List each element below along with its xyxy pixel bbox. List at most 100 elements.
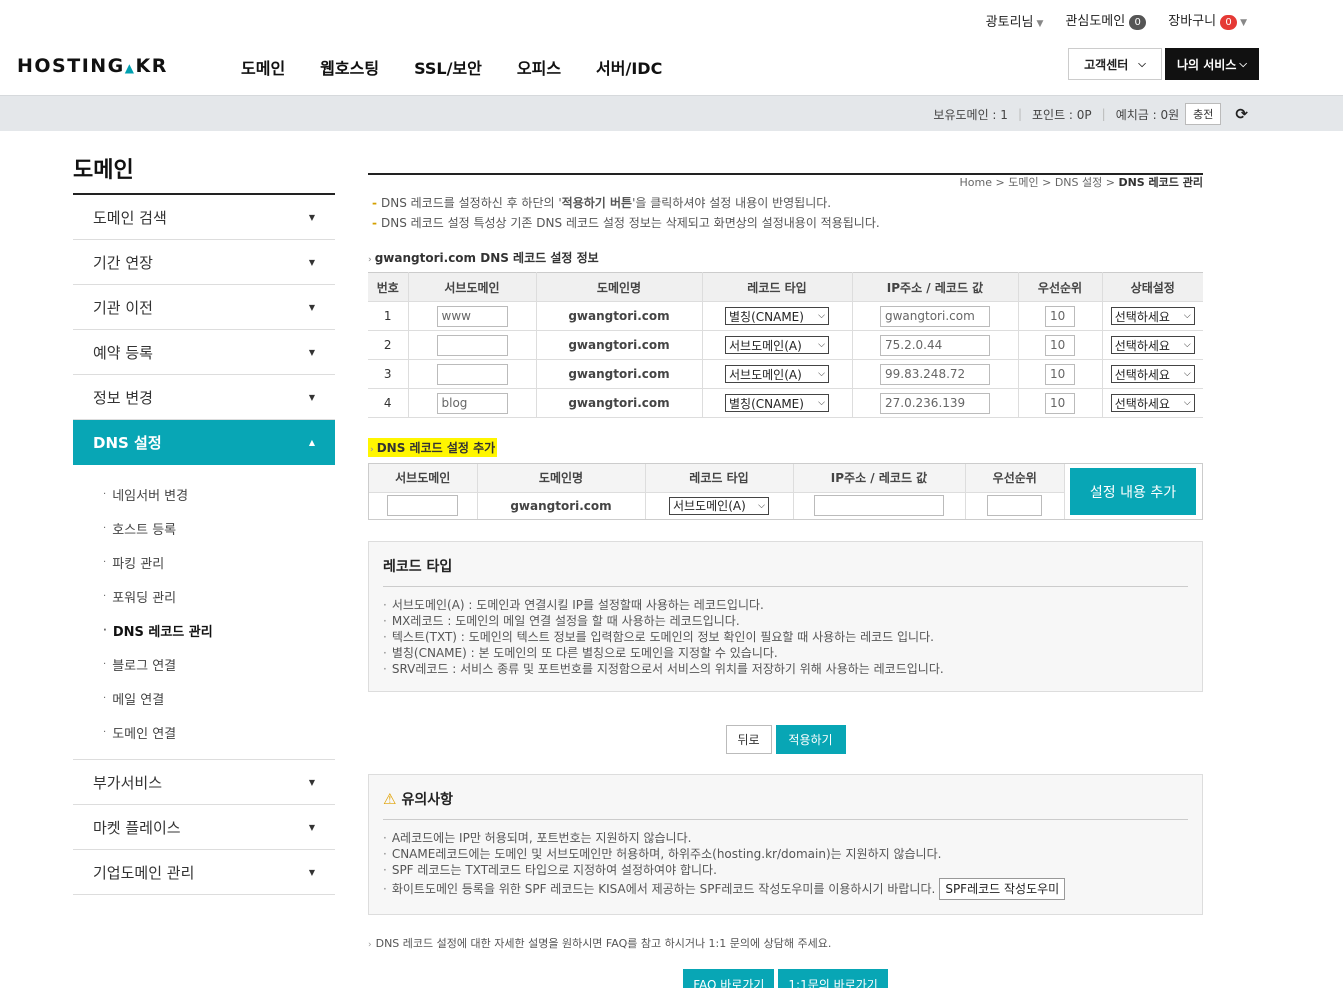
add-setting-button[interactable]: 설정 내용 추가 — [1070, 468, 1196, 515]
new-record-value-input[interactable] — [814, 495, 944, 517]
status-select[interactable]: 선택하세요 ⌵ — [1110, 365, 1195, 383]
triangle-down-icon: ▼ — [308, 257, 315, 267]
record-type-select[interactable]: 별칭(CNAME) ⌵ — [725, 394, 829, 412]
submenu-label: DNS 레코드 관리 — [112, 624, 213, 640]
submenu-label: 네임서버 변경 — [112, 488, 189, 504]
priority-input[interactable]: 10 — [1045, 392, 1075, 414]
main-nav: 도메인 웹호스팅 SSL/보안 오피스 서버/IDC — [241, 55, 662, 79]
site-logo[interactable]: HOSTING▲KR — [17, 55, 168, 77]
add-record-form: 서브도메인 도메인명 레코드 타입 IP주소 / 레코드 값 우선순위 gwan… — [368, 463, 1203, 520]
nav-office[interactable]: 오피스 — [517, 55, 561, 79]
submenu-parking[interactable]: · 파킹 관리 — [103, 545, 335, 579]
faq-button[interactable]: FAQ 바로가기 — [683, 969, 775, 988]
arrow-right-icon: › — [368, 255, 372, 265]
nav-webhosting[interactable]: 웹호스팅 — [320, 55, 379, 79]
subdomain-input[interactable]: blog — [436, 392, 508, 414]
record-type-select[interactable]: 별칭(CNAME) ⌵ — [725, 307, 829, 325]
triangle-down-icon: ▼ — [308, 822, 315, 832]
chevron-down-icon: ⌵ — [1183, 369, 1191, 379]
breadcrumb-home[interactable]: Home — [960, 176, 992, 189]
chevron-down-icon: ⌵ — [1183, 340, 1191, 350]
cart-link[interactable]: 장바구니 0 ▼ — [1168, 10, 1247, 30]
nav-ssl[interactable]: SSL/보안 — [414, 55, 482, 79]
nav-domain[interactable]: 도메인 — [241, 55, 285, 79]
sidebar-submenu: · 네임서버 변경 · 호스트 등록 · 파킹 관리 · 포워딩 관리 · DNS 레코드… — [73, 465, 335, 760]
value-cell: 27.0.236.139 — [852, 388, 1019, 418]
priority-input[interactable]: 10 — [1045, 305, 1075, 327]
submenu-blog[interactable]: · 블로그 연결 — [103, 647, 335, 681]
chevron-down-icon: ⌵ — [758, 500, 765, 511]
sidebar-item-transfer[interactable]: 기관 이전 ▼ — [73, 285, 335, 330]
breadcrumb-dns[interactable]: DNS 설정 — [1055, 176, 1102, 189]
priority-cell: 10 — [1018, 388, 1103, 418]
list-item-text: 텍스트(TXT) : 도메인의 텍스트 정보를 입력함으로 도메인의 정보 확인… — [391, 630, 934, 644]
new-record-type-select[interactable]: 서브도메인(A) ⌵ — [669, 496, 769, 515]
account-info: 보유도메인 : 1 | 포인트 : 0P | 예치금 : 0원 충전 ⟳ — [933, 103, 1248, 125]
back-button[interactable]: 뒤로 — [725, 725, 772, 754]
sidebar-item-info-change[interactable]: 정보 변경 ▼ — [73, 375, 335, 420]
notice-line: - DNS 레코드 설정 특성상 기존 DNS 레코드 설정 정보는 삭제되고 화… — [372, 213, 1203, 233]
new-priority-input[interactable] — [987, 495, 1043, 517]
caution-list: · A레코드에는 IP만 허용되며, 포트번호는 지원하지 않습니다. · CNAM… — [383, 830, 1188, 900]
list-item-text: A레코드에는 IP만 허용되며, 포트번호는 지원하지 않습니다. — [391, 831, 692, 845]
col-value: IP주소 / 레코드 값 — [793, 464, 966, 493]
submenu-label: 파킹 관리 — [112, 556, 165, 572]
bullet-icon: · — [383, 863, 387, 877]
customer-center-button[interactable]: 고객센터 ⌵ — [1068, 48, 1162, 80]
subdomain-input[interactable] — [436, 363, 508, 385]
caution-title: ⚠ 유의사항 — [383, 789, 1188, 820]
sidebar-item-domain-search[interactable]: 도메인 검색 ▼ — [73, 195, 335, 240]
qna-button[interactable]: 1:1문의 바로가기 — [778, 969, 888, 988]
submenu-domain-link[interactable]: · 도메인 연결 — [103, 715, 335, 749]
record-value-input[interactable]: 27.0.236.139 — [880, 392, 990, 414]
new-subdomain-input[interactable] — [387, 495, 459, 517]
charge-button[interactable]: 충전 — [1185, 103, 1222, 125]
spf-helper-button[interactable]: SPF레코드 작성도우미 — [939, 878, 1066, 900]
list-item-text: 별칭(CNAME) : 본 도메인의 또 다른 별칭으로 도메인을 지정할 수 … — [391, 646, 778, 660]
subdomain-input[interactable]: www — [436, 305, 508, 327]
value-cell: gwangtori.com — [852, 301, 1019, 331]
user-menu[interactable]: 광토리님 ▼ — [986, 11, 1044, 30]
bullet-icon: · — [103, 692, 107, 704]
status-cell: 선택하세요 ⌵ — [1102, 359, 1203, 389]
sidebar-item-addon[interactable]: 부가서비스 ▼ — [73, 760, 335, 805]
sidebar-item-reservation[interactable]: 예약 등록 ▼ — [73, 330, 335, 375]
apply-button[interactable]: 적용하기 — [775, 725, 846, 754]
record-value-input[interactable]: 99.83.248.72 — [880, 363, 990, 385]
refresh-icon[interactable]: ⟳ — [1235, 105, 1248, 123]
row-number: 2 — [368, 330, 409, 360]
subdomain-input[interactable] — [436, 334, 508, 356]
favorites-link[interactable]: 관심도메인 0 — [1065, 10, 1147, 30]
status-value: 선택하세요 — [1114, 309, 1170, 324]
type-cell: 서브도메인(A) ⌵ — [702, 359, 853, 389]
sidebar-item-dns-settings[interactable]: DNS 설정 ▲ — [73, 420, 335, 465]
deposit: 예치금 : 0원 — [1115, 107, 1180, 122]
submenu-dns-record[interactable]: · DNS 레코드 관리 — [103, 613, 335, 647]
breadcrumb-domain[interactable]: 도메인 — [1008, 176, 1038, 189]
submenu-nameserver[interactable]: · 네임서버 변경 — [103, 477, 335, 511]
sidebar-item-marketplace[interactable]: 마켓 플레이스 ▼ — [73, 805, 335, 850]
submenu-host[interactable]: · 호스트 등록 — [103, 511, 335, 545]
nav-server-idc[interactable]: 서버/IDC — [596, 55, 662, 79]
sidebar-item-renewal[interactable]: 기간 연장 ▼ — [73, 240, 335, 285]
sidebar-item-enterprise[interactable]: 기업도메인 관리 ▼ — [73, 850, 335, 895]
footer-note: › DNS 레코드 설정에 대한 자세한 설명을 원하시면 FAQ를 참고 하시거… — [368, 935, 1203, 951]
record-value-input[interactable]: gwangtori.com — [880, 305, 990, 327]
type-cell: 별칭(CNAME) ⌵ — [702, 301, 853, 331]
status-select[interactable]: 선택하세요 ⌵ — [1110, 394, 1195, 412]
list-item: · 서브도메인(A) : 도메인과 연결시킬 IP를 설정할때 사용하는 레코드입… — [383, 597, 1188, 613]
customer-center-label: 고객센터 — [1084, 57, 1129, 72]
record-type-select[interactable]: 서브도메인(A) ⌵ — [725, 336, 829, 354]
bullet-icon: · — [103, 488, 107, 500]
bullet-icon: · — [103, 658, 107, 670]
status-select[interactable]: 선택하세요 ⌵ — [1110, 307, 1195, 325]
submenu-forwarding[interactable]: · 포워딩 관리 — [103, 579, 335, 613]
record-value-input[interactable]: 75.2.0.44 — [880, 334, 990, 356]
record-type-select[interactable]: 서브도메인(A) ⌵ — [725, 365, 829, 383]
status-select[interactable]: 선택하세요 ⌵ — [1110, 336, 1195, 354]
submenu-mail[interactable]: · 메일 연결 — [103, 681, 335, 715]
priority-input[interactable]: 10 — [1045, 334, 1075, 356]
my-service-button[interactable]: 나의 서비스 ⌵ — [1165, 48, 1259, 80]
priority-input[interactable]: 10 — [1045, 363, 1075, 385]
chevron-down-icon: ⌵ — [1183, 398, 1191, 408]
